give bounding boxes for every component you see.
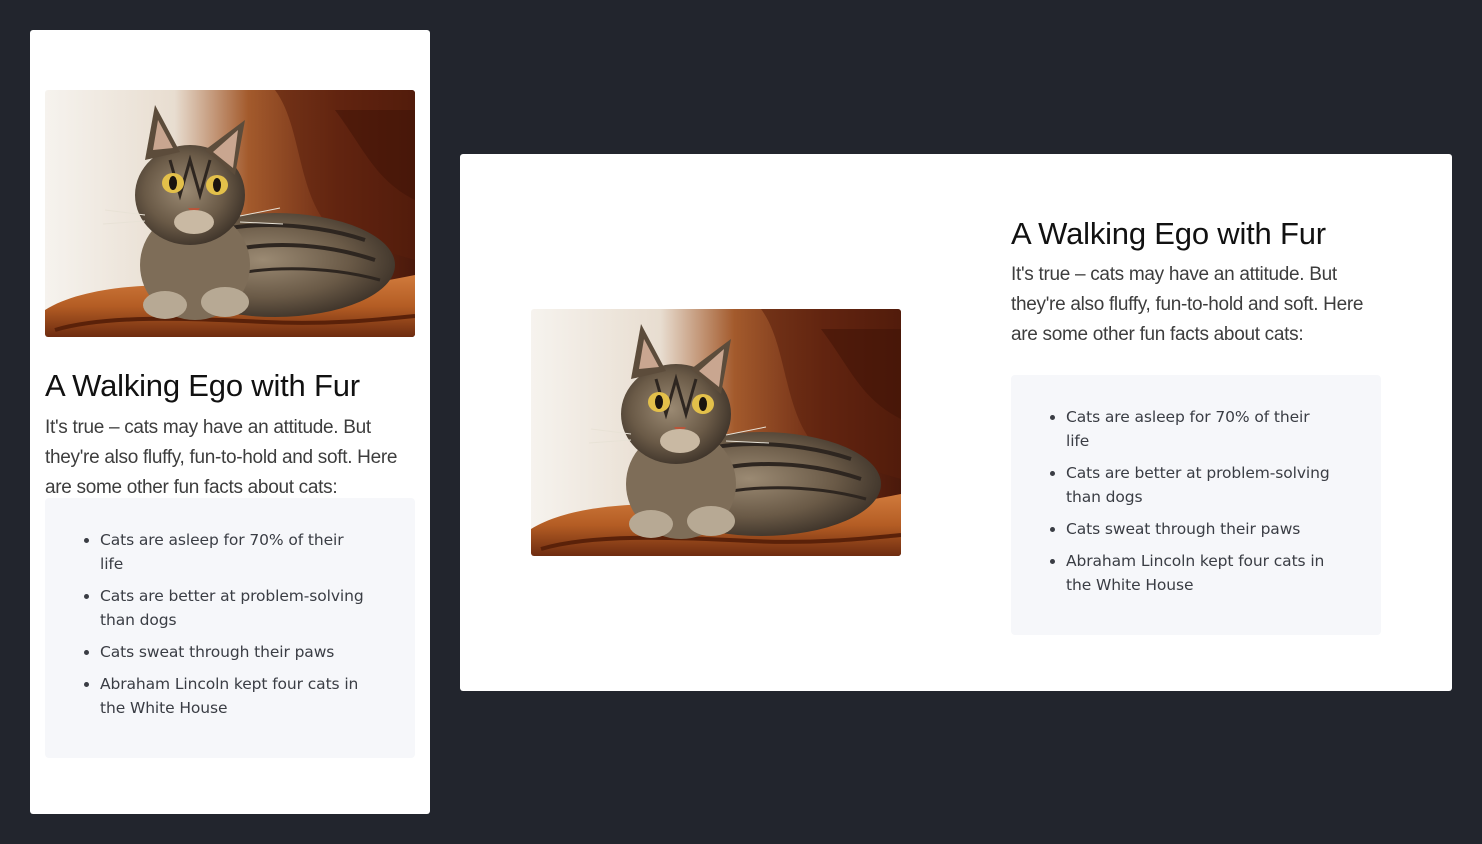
fact-item: Cats are better at problem-solving than …	[84, 584, 365, 632]
fact-item: Cats are asleep for 70% of their life	[1050, 405, 1331, 453]
mobile-article-card: A Walking Ego with Fur It's true – cats …	[30, 30, 430, 814]
fact-item: Abraham Lincoln kept four cats in the Wh…	[1050, 549, 1331, 597]
facts-list: Cats are asleep for 70% of their life Ca…	[1050, 405, 1331, 605]
article-title: A Walking Ego with Fur	[45, 368, 360, 403]
facts-box: Cats are asleep for 70% of their life Ca…	[45, 498, 415, 758]
desktop-article-card: A Walking Ego with Fur It's true – cats …	[460, 154, 1452, 691]
fact-item: Cats sweat through their paws	[84, 640, 365, 664]
facts-list: Cats are asleep for 70% of their life Ca…	[84, 528, 365, 728]
article-intro: It's true – cats may have an attitude. B…	[45, 417, 398, 498]
fact-item: Cats are asleep for 70% of their life	[84, 528, 365, 576]
showcase-stage: A Walking Ego with Fur It's true – cats …	[0, 0, 1482, 844]
article-intro: It's true – cats may have an attitude. B…	[1011, 264, 1364, 345]
facts-box: Cats are asleep for 70% of their life Ca…	[1011, 375, 1381, 635]
fact-item: Cats sweat through their paws	[1050, 517, 1331, 541]
fact-item: Abraham Lincoln kept four cats in the Wh…	[84, 672, 365, 720]
fact-item: Cats are better at problem-solving than …	[1050, 461, 1331, 509]
cat-photo-icon	[531, 309, 901, 556]
cat-photo-icon	[45, 90, 415, 337]
article-title: A Walking Ego with Fur	[1011, 216, 1326, 251]
